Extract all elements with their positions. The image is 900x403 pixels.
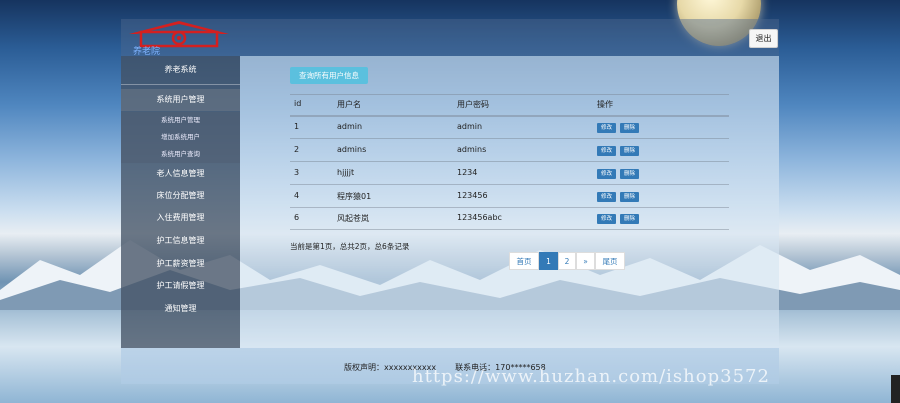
table-row-password: admin <box>457 122 483 131</box>
sidebar-subitem-user-manage[interactable]: 系统用户管理 <box>121 112 240 129</box>
watermark-text: https://www.huzhan.com/ishop3572 <box>412 366 770 387</box>
pagination-first-button[interactable]: 首页 <box>509 252 539 270</box>
table-row-password: 123456abc <box>457 213 502 222</box>
table-header-divider <box>290 115 729 117</box>
sidebar-item-system-users[interactable]: 系统用户管理 <box>121 89 240 111</box>
logo-icon: 养老院 <box>129 21 229 56</box>
delete-button[interactable]: 删除 <box>620 214 639 224</box>
table-row-username: admins <box>337 145 367 154</box>
delete-button[interactable]: 删除 <box>620 146 639 156</box>
table-row-password: admins <box>457 145 487 154</box>
table-top-border <box>290 94 729 95</box>
logout-button[interactable]: 退出 <box>749 29 778 48</box>
pagination-last-button[interactable]: 尾页 <box>595 252 625 270</box>
table-row-divider <box>290 161 729 162</box>
main-content <box>240 56 779 348</box>
table-row-id: 4 <box>294 191 300 200</box>
table-row-id: 3 <box>294 168 300 177</box>
sidebar-subitem-user-query[interactable]: 系统用户查询 <box>121 146 240 163</box>
table-row-divider <box>290 207 729 208</box>
delete-button[interactable]: 删除 <box>620 123 639 133</box>
table-row-username: admin <box>337 122 363 131</box>
table-row-id: 2 <box>294 145 300 154</box>
sidebar-title: 养老系统 <box>121 56 240 85</box>
sidebar-item-elder-info[interactable]: 老人信息管理 <box>121 163 240 185</box>
sidebar-subitem-add-user[interactable]: 增加系统用户 <box>121 129 240 146</box>
sidebar-item-caregiver-leave[interactable]: 护工请假管理 <box>121 275 240 297</box>
pagination-next-button[interactable]: » <box>576 252 595 270</box>
sidebar-item-fees[interactable]: 入住费用管理 <box>121 207 240 229</box>
table-row-username: hjjjjt <box>337 168 355 177</box>
table-row-password: 1234 <box>457 168 478 177</box>
sidebar-item-notice[interactable]: 通知管理 <box>121 298 240 320</box>
pagination-page-1[interactable]: 1 <box>539 252 558 270</box>
table-row-divider <box>290 184 729 185</box>
svg-text:养老院: 养老院 <box>133 45 160 56</box>
pagination-summary: 当前是第1页，总共2页，总6条记录 <box>290 242 410 251</box>
column-header-id: id <box>294 99 302 108</box>
column-header-actions: 操作 <box>597 100 613 109</box>
query-all-users-button[interactable]: 查询所有用户信息 <box>290 67 368 84</box>
table-row-id: 1 <box>294 122 300 131</box>
edit-button[interactable]: 修改 <box>597 192 616 202</box>
column-header-password: 用户密码 <box>457 100 489 109</box>
corner-scrollbar[interactable] <box>891 375 900 403</box>
edit-button[interactable]: 修改 <box>597 146 616 156</box>
table-row-username: 风起苍岚 <box>337 214 369 223</box>
column-header-username: 用户名 <box>337 100 361 109</box>
edit-button[interactable]: 修改 <box>597 169 616 179</box>
edit-button[interactable]: 修改 <box>597 214 616 224</box>
delete-button[interactable]: 删除 <box>620 192 639 202</box>
sidebar-item-caregiver-salary[interactable]: 护工薪资管理 <box>121 253 240 275</box>
delete-button[interactable]: 删除 <box>620 169 639 179</box>
table-row-password: 123456 <box>457 191 488 200</box>
sidebar-item-bed[interactable]: 床位分配管理 <box>121 185 240 207</box>
table-bottom-border <box>290 229 729 230</box>
table-row-id: 6 <box>294 213 300 222</box>
sidebar-item-caregiver-info[interactable]: 护工信息管理 <box>121 230 240 252</box>
table-row-username: 程序猿01 <box>337 192 372 201</box>
pagination-page-2[interactable]: 2 <box>558 252 576 270</box>
edit-button[interactable]: 修改 <box>597 123 616 133</box>
table-row-divider <box>290 138 729 139</box>
